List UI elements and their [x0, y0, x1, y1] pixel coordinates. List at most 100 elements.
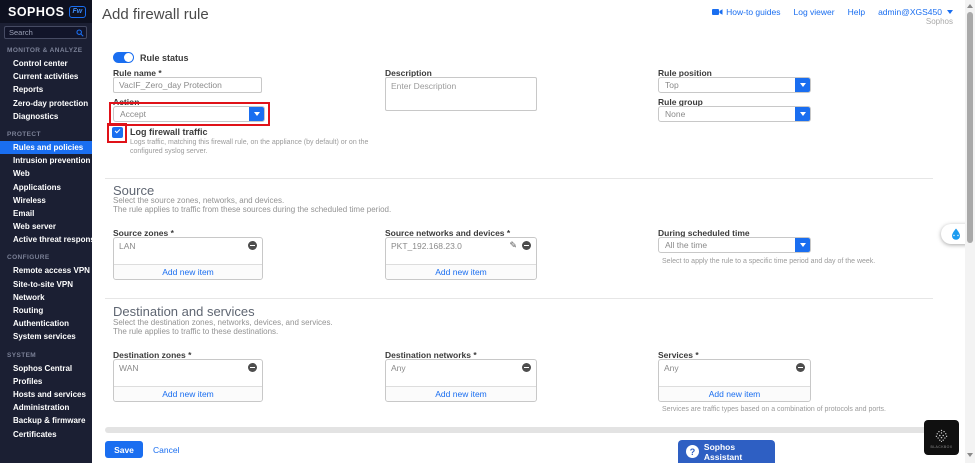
sidebar-item-diagnostics[interactable]: Diagnostics	[0, 110, 92, 123]
add-new-item-button[interactable]: Add new item	[659, 386, 810, 401]
edit-icon[interactable]: ✎	[509, 241, 517, 250]
dotted-globe-icon	[933, 427, 950, 444]
dropdown-arrow-icon[interactable]	[249, 107, 264, 121]
rule-name-input[interactable]	[113, 77, 262, 93]
account-menu[interactable]: admin@XGS450	[878, 7, 953, 17]
services-box: Any Add new item	[658, 359, 811, 402]
scheduled-time-help: Select to apply the rule to a specific t…	[662, 257, 922, 266]
sidebar-nav: MONITOR & ANALYZEControl centerCurrent a…	[0, 39, 92, 441]
remove-icon[interactable]	[522, 241, 531, 250]
remove-icon[interactable]	[522, 363, 531, 372]
page-title: Add firewall rule	[102, 6, 209, 23]
sidebar-section-configure: CONFIGURE	[7, 254, 92, 261]
destination-networks-box: Any Add new item	[385, 359, 537, 402]
list-item: Any	[659, 360, 810, 375]
sidebar-item-web[interactable]: Web	[0, 167, 92, 180]
sophos-assistant-button[interactable]: ? Sophos Assistant	[678, 440, 775, 463]
search-icon[interactable]	[74, 29, 86, 37]
sidebar-search[interactable]	[4, 26, 87, 39]
check-icon	[114, 128, 120, 134]
log-viewer-link[interactable]: Log viewer	[793, 7, 834, 17]
log-traffic-help: Logs traffic, matching this firewall rul…	[130, 138, 380, 156]
sidebar-item-email[interactable]: Email	[0, 207, 92, 220]
rule-status-toggle[interactable]	[113, 52, 134, 63]
logo-text: SOPHOS	[8, 5, 65, 19]
question-icon: ?	[686, 445, 699, 458]
sidebar-item-routing[interactable]: Routing	[0, 304, 92, 317]
sidebar-item-web-server[interactable]: Web server	[0, 220, 92, 233]
sidebar-item-active-threat-response[interactable]: Active threat response	[0, 233, 92, 246]
sidebar-item-current-activities[interactable]: Current activities	[0, 70, 92, 83]
add-new-item-button[interactable]: Add new item	[114, 386, 262, 401]
scroll-down-icon[interactable]	[967, 453, 973, 457]
sidebar-item-system-services[interactable]: System services	[0, 330, 92, 343]
add-new-item-button[interactable]: Add new item	[386, 386, 536, 401]
rule-status-label: Rule status	[140, 53, 189, 63]
log-firewall-traffic-label: Log firewall traffic	[130, 127, 208, 137]
description-textarea[interactable]	[385, 77, 537, 111]
list-item: Any	[386, 360, 536, 375]
scroll-up-icon[interactable]	[967, 4, 973, 8]
dropdown-arrow-icon[interactable]	[795, 238, 810, 252]
sidebar-item-applications[interactable]: Applications	[0, 181, 92, 194]
vertical-scrollbar[interactable]	[965, 0, 975, 463]
sidebar-item-certificates[interactable]: Certificates	[0, 428, 92, 441]
toggle-knob	[124, 53, 133, 62]
rule-group-select[interactable]: None	[658, 106, 811, 122]
list-item: WAN	[114, 360, 262, 375]
sophos-logo: SOPHOS Fw	[0, 0, 92, 23]
log-firewall-traffic-checkbox[interactable]	[112, 127, 123, 138]
sidebar: SOPHOS Fw MONITOR & ANALYZEControl cente…	[0, 0, 92, 463]
horizontal-scrollbar[interactable]	[105, 427, 933, 433]
how-to-guides-link[interactable]: How-to guides	[712, 7, 780, 17]
scrollbar-thumb[interactable]	[967, 12, 973, 243]
source-desc-1: Select the source zones, networks, and d…	[113, 196, 284, 205]
sidebar-item-wireless[interactable]: Wireless	[0, 194, 92, 207]
sidebar-item-rules-and-policies[interactable]: Rules and policies	[0, 141, 92, 154]
add-new-item-button[interactable]: Add new item	[386, 264, 536, 279]
remove-icon[interactable]	[248, 241, 257, 250]
source-networks-box: PKT_192.168.23.0 ✎ Add new item	[385, 237, 537, 280]
sidebar-item-network[interactable]: Network	[0, 291, 92, 304]
source-desc-2: The rule applies to traffic from these s…	[113, 205, 391, 214]
sidebar-item-backup-firmware[interactable]: Backup & firmware	[0, 414, 92, 427]
remove-icon[interactable]	[796, 363, 805, 372]
search-input[interactable]	[5, 28, 74, 37]
save-button[interactable]: Save	[105, 441, 143, 458]
action-select[interactable]: Accept	[113, 106, 265, 122]
sidebar-item-sophos-central[interactable]: Sophos Central	[0, 362, 92, 375]
scheduled-time-select[interactable]: All the time	[658, 237, 811, 253]
sidebar-item-zero-day-protection[interactable]: Zero-day protection	[0, 97, 92, 110]
video-icon	[712, 8, 723, 16]
sidebar-section-system: SYSTEM	[7, 352, 92, 359]
cancel-button[interactable]: Cancel	[153, 445, 179, 455]
header-links: How-to guides Log viewer Help admin@XGS4…	[712, 7, 953, 17]
sidebar-item-intrusion-prevention[interactable]: Intrusion prevention	[0, 154, 92, 167]
dropdown-arrow-icon[interactable]	[795, 78, 810, 92]
dropdown-arrow-icon[interactable]	[795, 107, 810, 121]
remove-icon[interactable]	[248, 363, 257, 372]
section-divider	[105, 298, 933, 299]
sidebar-item-remote-access-vpn[interactable]: Remote access VPN	[0, 264, 92, 277]
firewall-badge-icon: Fw	[69, 6, 87, 18]
chevron-down-icon	[947, 10, 953, 14]
destination-section-title: Destination and services	[113, 304, 255, 319]
rule-position-select[interactable]: Top	[658, 77, 811, 93]
sidebar-item-authentication[interactable]: Authentication	[0, 317, 92, 330]
add-new-item-button[interactable]: Add new item	[114, 264, 262, 279]
sidebar-section-protect: PROTECT	[7, 131, 92, 138]
sidebar-item-profiles[interactable]: Profiles	[0, 375, 92, 388]
app-window: SOPHOS Fw MONITOR & ANALYZEControl cente…	[0, 0, 975, 463]
list-item: LAN	[114, 238, 262, 253]
section-divider	[105, 178, 933, 179]
destination-desc-1: Select the destination zones, networks, …	[113, 318, 333, 327]
destination-zones-box: WAN Add new item	[113, 359, 263, 402]
sidebar-item-hosts-and-services[interactable]: Hosts and services	[0, 388, 92, 401]
sidebar-item-administration[interactable]: Administration	[0, 401, 92, 414]
help-link[interactable]: Help	[848, 7, 865, 17]
sidebar-item-reports[interactable]: Reports	[0, 83, 92, 96]
services-help: Services are traffic types based on a co…	[662, 405, 942, 414]
sidebar-item-control-center[interactable]: Control center	[0, 57, 92, 70]
sidebar-item-site-to-site-vpn[interactable]: Site-to-site VPN	[0, 278, 92, 291]
blackbox-watermark: BLACKBOX	[924, 420, 959, 455]
